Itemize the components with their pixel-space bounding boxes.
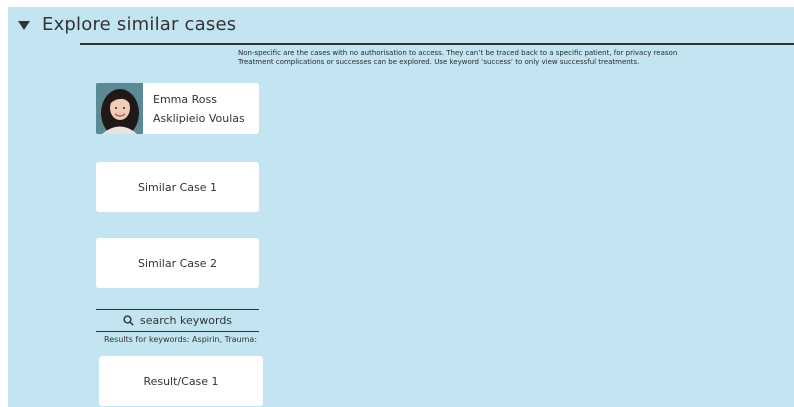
- privacy-note-line-1: Non-specific are the cases with no autho…: [238, 49, 678, 57]
- similar-case-card-1[interactable]: Similar Case 1: [96, 162, 259, 212]
- hospital-name: Asklipieio Voulas: [153, 111, 245, 125]
- privacy-note: Non-specific are the cases with no autho…: [238, 49, 794, 67]
- section-title: Explore similar cases: [42, 13, 237, 35]
- section-divider: [80, 43, 794, 45]
- profile-text: Emma Ross Asklipieio Voulas: [143, 93, 245, 125]
- privacy-note-line-2: Treatment complications or successes can…: [238, 58, 640, 66]
- section-header-toggle[interactable]: Explore similar cases: [18, 9, 236, 39]
- patient-profile-card[interactable]: Emma Ross Asklipieio Voulas: [96, 83, 259, 134]
- collapse-triangle-icon[interactable]: [18, 20, 30, 30]
- result-case-label: Result/Case 1: [143, 374, 219, 388]
- similar-cases-panel: Explore similar cases Non-specific are t…: [8, 7, 794, 407]
- patient-name: Emma Ross: [153, 92, 217, 106]
- result-case-card-1[interactable]: Result/Case 1: [99, 356, 263, 406]
- avatar-portrait-icon: [96, 83, 143, 134]
- similar-case-label: Similar Case 2: [137, 256, 218, 270]
- search-placeholder: search keywords: [139, 314, 233, 327]
- similar-case-card-2[interactable]: Similar Case 2: [96, 238, 259, 288]
- avatar: [96, 83, 143, 134]
- similar-case-label: Similar Case 1: [137, 180, 218, 194]
- search-icon: [123, 315, 134, 326]
- results-label: Results for keywords: Aspirin, Trauma:: [104, 335, 258, 344]
- keyword-search-input[interactable]: search keywords: [96, 309, 259, 332]
